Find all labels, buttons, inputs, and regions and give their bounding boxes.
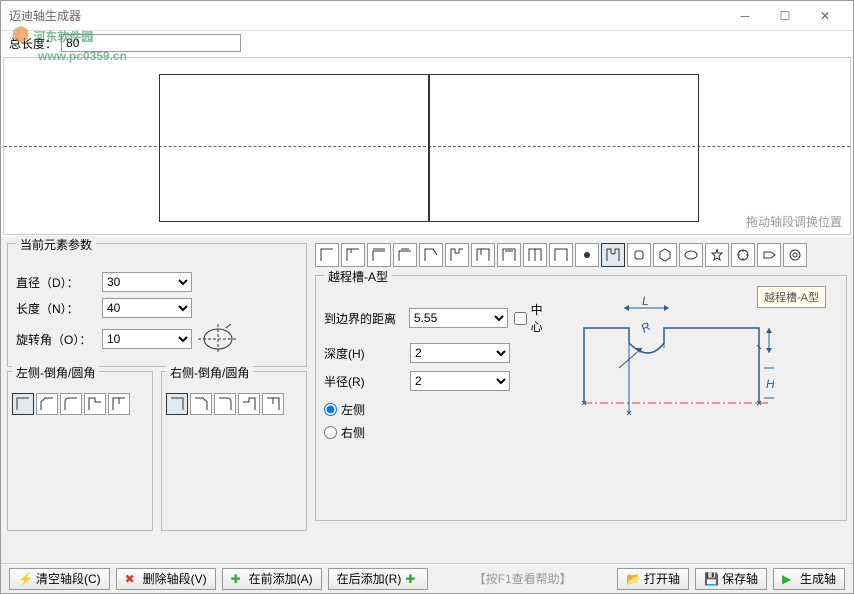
watermark: ⬢ 河东软件园 www.pc0359.cn: [12, 22, 127, 63]
right-chamfer-1[interactable]: [166, 393, 188, 415]
feat-5[interactable]: [419, 243, 443, 267]
params-fieldset: 当前元素参数 直径（D）： 30 长度（N）： 40 旋转角（O）： 10: [7, 243, 307, 367]
feat-4[interactable]: [393, 243, 417, 267]
clear-button[interactable]: ⚡清空轴段(C): [9, 568, 110, 590]
feat-15[interactable]: [679, 243, 703, 267]
bottom-toolbar: ⚡清空轴段(C) ✖删除轴段(V) ✚在前添加(A) 在后添加(R)✚ 【按F1…: [1, 563, 853, 593]
add-before-button[interactable]: ✚在前添加(A): [222, 568, 322, 590]
length-combo[interactable]: 40: [102, 298, 192, 318]
svg-text:R: R: [639, 319, 654, 336]
canvas-preview[interactable]: 拖动轴段调换位置: [3, 57, 851, 235]
rotate-icon: [198, 324, 238, 354]
feat-1[interactable]: [315, 243, 339, 267]
titlebar: 迈迪轴生成器 ─ ☐ ✕: [1, 1, 853, 31]
svg-text:H: H: [766, 377, 774, 391]
svg-text:L: L: [642, 294, 649, 308]
left-chamfer-5[interactable]: [108, 393, 130, 415]
groove-title: 越程槽-A型: [324, 268, 392, 285]
left-chamfer-box: 左侧-倒角/圆角: [7, 371, 153, 531]
open-button[interactable]: 📂打开轴: [617, 568, 689, 590]
feat-10[interactable]: [549, 243, 573, 267]
side-left-radio[interactable]: [324, 403, 337, 416]
dist-combo[interactable]: 5.55: [409, 308, 508, 328]
main-window: 迈迪轴生成器 ─ ☐ ✕ ⬢ 河东软件园 www.pc0359.cn 总长度： …: [0, 0, 854, 594]
feat-9[interactable]: [523, 243, 547, 267]
left-chamfer-3[interactable]: [60, 393, 82, 415]
shaft-segment-1[interactable]: [159, 74, 429, 222]
right-chamfer-5[interactable]: [262, 393, 284, 415]
main-panels: 当前元素参数 直径（D）： 30 长度（N）： 40 旋转角（O）： 10: [1, 237, 853, 563]
feat-19[interactable]: [783, 243, 807, 267]
length-label: 长度（N）：: [16, 300, 96, 317]
tooltip: 越程槽-A型: [757, 286, 826, 308]
diameter-label: 直径（D）：: [16, 274, 96, 291]
feat-3[interactable]: [367, 243, 391, 267]
generate-button[interactable]: ▶生成轴: [773, 568, 845, 590]
top-toolbar: 总长度：: [1, 31, 853, 55]
rotate-label: 旋转角（O）：: [16, 331, 96, 348]
right-chamfer-2[interactable]: [190, 393, 212, 415]
groove-diagram: L R H: [574, 293, 774, 453]
feature-toolstrip: [315, 243, 847, 267]
feat-8[interactable]: [497, 243, 521, 267]
feat-2[interactable]: [341, 243, 365, 267]
side-right-label: 右侧: [341, 424, 365, 441]
canvas-hint: 拖动轴段调换位置: [746, 213, 842, 230]
maximize-button[interactable]: ☐: [765, 2, 805, 30]
feat-18[interactable]: [757, 243, 781, 267]
delete-button[interactable]: ✖删除轴段(V): [116, 568, 216, 590]
save-button[interactable]: 💾保存轴: [695, 568, 767, 590]
feat-13[interactable]: [627, 243, 651, 267]
left-chamfer-title: 左侧-倒角/圆角: [12, 364, 99, 381]
left-panel: 当前元素参数 直径（D）： 30 长度（N）： 40 旋转角（O）： 10: [7, 243, 307, 557]
rotate-combo[interactable]: 10: [102, 329, 192, 349]
feat-11[interactable]: [575, 243, 599, 267]
groove-fieldset: 越程槽-A型 到边界的距离 5.55 中心 深度(H): [315, 275, 847, 521]
side-right-radio[interactable]: [324, 426, 337, 439]
feat-14[interactable]: [653, 243, 677, 267]
right-chamfer-title: 右侧-倒角/圆角: [166, 364, 253, 381]
close-button[interactable]: ✕: [805, 2, 845, 30]
minimize-button[interactable]: ─: [725, 2, 765, 30]
params-title: 当前元素参数: [16, 236, 96, 253]
feat-16[interactable]: [705, 243, 729, 267]
right-panel: 越程槽-A型 越程槽-A型 到边界的距离 5.55 中心: [315, 243, 847, 557]
feat-17[interactable]: [731, 243, 755, 267]
add-after-button[interactable]: 在后添加(R)✚: [328, 568, 429, 590]
radius-label: 半径(R): [324, 373, 404, 390]
right-chamfer-3[interactable]: [214, 393, 236, 415]
help-hint: 【按F1查看帮助】: [434, 570, 611, 587]
feat-6[interactable]: [445, 243, 469, 267]
depth-combo[interactable]: 2: [410, 343, 510, 363]
diameter-combo[interactable]: 30: [102, 272, 192, 292]
feat-groove-a[interactable]: [601, 243, 625, 267]
center-checkbox[interactable]: [514, 312, 527, 325]
depth-label: 深度(H): [324, 345, 404, 362]
side-left-label: 左侧: [341, 401, 365, 418]
left-chamfer-2[interactable]: [36, 393, 58, 415]
left-chamfer-4[interactable]: [84, 393, 106, 415]
radius-combo[interactable]: 2: [410, 371, 510, 391]
right-chamfer-4[interactable]: [238, 393, 260, 415]
feat-7[interactable]: [471, 243, 495, 267]
shaft-segment-2[interactable]: [429, 74, 699, 222]
center-label: 中心: [531, 301, 554, 335]
dist-label: 到边界的距离: [324, 310, 403, 327]
left-chamfer-1[interactable]: [12, 393, 34, 415]
right-chamfer-box: 右侧-倒角/圆角: [161, 371, 307, 531]
